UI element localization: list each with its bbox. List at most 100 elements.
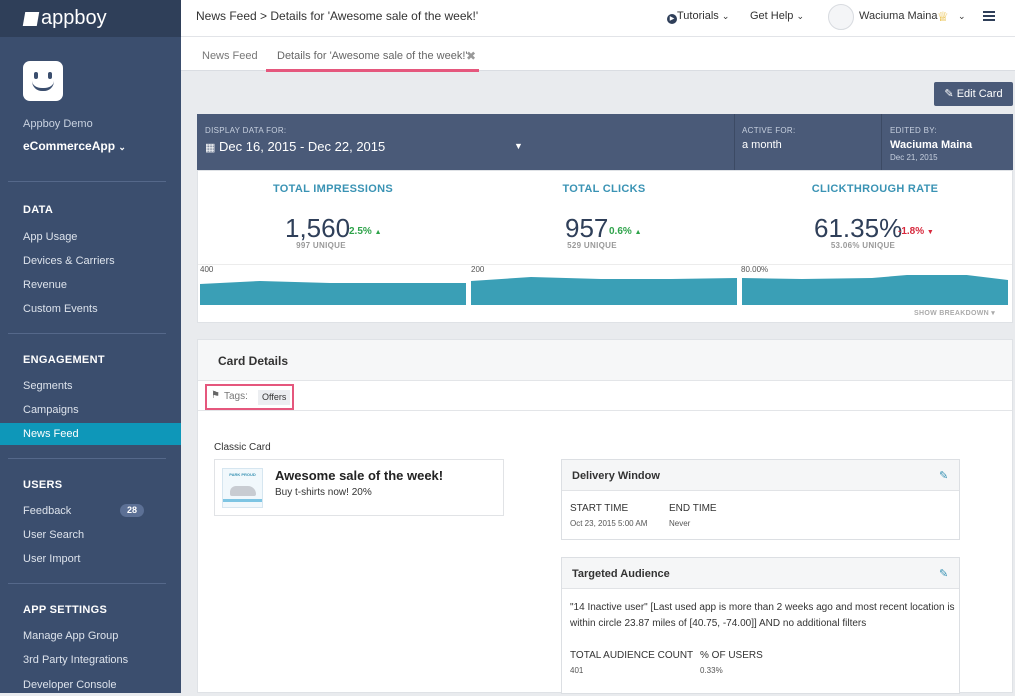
play-icon: ▶ <box>667 14 677 24</box>
chevron-down-icon[interactable]: ⌄ <box>958 10 966 22</box>
percent-users-label: % OF USERS <box>700 650 763 661</box>
percent-users-value: 0.33% <box>700 666 723 675</box>
chevron-down-icon: ⌄ <box>118 142 126 152</box>
sidebar-item-revenue[interactable]: Revenue <box>0 274 181 296</box>
section-title-users: USERS <box>23 479 63 491</box>
sidebar-divider <box>8 583 166 584</box>
sidebar-item-news-feed[interactable]: News Feed <box>0 423 181 445</box>
stats-panel: TOTAL IMPRESSIONS 1,560 2.5% ▲ 997 UNIQU… <box>197 170 1013 323</box>
stat-value-ctr: 61.35% <box>814 213 903 243</box>
tag-icon: ⚑ <box>211 390 220 401</box>
sidebar-item-campaigns[interactable]: Campaigns <box>0 399 181 421</box>
stats-divider <box>198 264 1012 265</box>
tab-card-details[interactable]: Details for 'Awesome sale of the week!' <box>277 50 467 62</box>
user-name[interactable]: Waciuma Maina <box>859 10 937 22</box>
sidebar-item-feedback[interactable]: Feedback 28 <box>0 500 181 522</box>
start-time-value: Oct 23, 2015 5:00 AM <box>570 519 648 528</box>
date-range-picker[interactable]: ▦ Dec 16, 2015 - Dec 22, 2015 ▼ <box>205 139 525 159</box>
delta-value: 0.6% <box>609 226 632 237</box>
audience-count-value: 401 <box>570 666 584 675</box>
stat-delta-impressions: 2.5% ▲ <box>349 226 382 237</box>
sparkline-axis-max-clicks: 200 <box>471 265 485 274</box>
card-image-stripe <box>223 499 262 502</box>
card-image-caption: PARK PROUD <box>229 472 256 477</box>
stat-unique-ctr: 53.06% UNIQUE <box>830 241 896 250</box>
stat-title-clicks: TOTAL CLICKS <box>562 183 646 195</box>
tags-label: Tags: <box>224 391 248 402</box>
sidebar-item-user-import[interactable]: User Import <box>0 548 181 570</box>
tutorials-label: Tutorials <box>677 10 719 22</box>
app-icon-eye <box>48 72 52 79</box>
sparkline-clicks <box>471 277 737 305</box>
active-for-label: ACTIVE FOR: <box>742 126 796 135</box>
edited-by-label: EDITED BY: <box>890 126 938 135</box>
sidebar-item-custom-events[interactable]: Custom Events <box>0 298 181 320</box>
active-for-value: a month <box>742 139 782 151</box>
get-help-label: Get Help <box>750 10 794 22</box>
separator <box>734 114 735 170</box>
edit-card-label: Edit Card <box>956 88 1003 100</box>
caret-down-icon: ▾ <box>991 310 996 317</box>
edit-card-button[interactable]: ✎ Edit Card <box>934 82 1013 106</box>
stat-value-impressions: 1,560 <box>285 213 351 243</box>
card-details-panel: Card Details ⚑ Tags: Offers Classic Card… <box>197 339 1013 694</box>
arrow-up-icon: ▲ <box>374 229 382 236</box>
card-details-title: Card Details <box>218 354 289 368</box>
app-icon-smile <box>32 81 54 91</box>
sparkline-axis-max-impressions: 400 <box>200 265 214 274</box>
feedback-count-badge: 28 <box>120 504 144 517</box>
edited-date: Dec 21, 2015 <box>890 153 938 162</box>
breadcrumb: News Feed > Details for 'Awesome sale of… <box>196 9 479 23</box>
appboy-logo[interactable]: appboy <box>0 0 181 37</box>
sidebar-item-label: Feedback <box>23 505 72 517</box>
card-image: PARK PROUD <box>222 468 263 508</box>
tab-news-feed[interactable]: News Feed <box>202 50 258 62</box>
display-data-label: DISPLAY DATA FOR: <box>205 126 287 135</box>
tab-bar: News Feed Details for 'Awesome sale of t… <box>181 37 1015 72</box>
targeted-audience-title: Targeted Audience <box>572 568 670 580</box>
tutorials-menu[interactable]: ▶ Tutorials ⌄ <box>667 10 729 24</box>
section-title-app-settings: APP SETTINGS <box>23 604 108 616</box>
arrow-down-icon: ▼ <box>926 229 934 236</box>
card-type-label: Classic Card <box>214 442 271 453</box>
app-name: eCommerceApp <box>23 139 116 153</box>
avatar[interactable] <box>828 4 854 30</box>
hamburger-menu-icon[interactable] <box>983 11 995 21</box>
app-group-label: Appboy Demo <box>23 118 93 130</box>
sidebar-divider <box>8 333 166 334</box>
sidebar-item-manage-app-group[interactable]: Manage App Group <box>0 625 181 647</box>
sidebar-item-segments[interactable]: Segments <box>0 375 181 397</box>
delivery-window-title: Delivery Window <box>572 470 660 482</box>
card-text: Buy t-shirts now! 20% <box>275 487 372 498</box>
section-title-data: DATA <box>23 204 54 216</box>
logo-text: appboy <box>41 7 107 29</box>
sidebar-item-user-search[interactable]: User Search <box>0 524 181 546</box>
sidebar-item-devices-carriers[interactable]: Devices & Carriers <box>0 250 181 272</box>
stat-delta-ctr: -1.8% ▼ <box>898 226 934 237</box>
show-breakdown-link[interactable]: SHOW BREAKDOWN ▾ <box>914 309 995 317</box>
stat-unique-impressions: 997 UNIQUE <box>296 241 346 250</box>
active-tab-indicator <box>266 69 479 72</box>
card-title: Awesome sale of the week! <box>275 468 444 483</box>
tag-offers[interactable]: Offers <box>258 390 291 405</box>
tags-box[interactable]: ⚑ Tags: Offers <box>205 384 294 410</box>
date-range-value: Dec 16, 2015 - Dec 22, 2015 <box>219 139 386 154</box>
stat-unique-clicks: 529 UNIQUE <box>567 241 617 250</box>
app-icon <box>23 61 63 101</box>
sidebar-item-app-usage[interactable]: App Usage <box>0 226 181 248</box>
app-selector[interactable]: eCommerceApp ⌄ <box>23 139 126 153</box>
crown-icon: ♕ <box>937 9 949 24</box>
sidebar-item-3rd-party-integrations[interactable]: 3rd Party Integrations <box>0 649 181 671</box>
top-bar: News Feed > Details for 'Awesome sale of… <box>181 0 1015 37</box>
stat-delta-clicks: 0.6% ▲ <box>609 226 642 237</box>
pencil-icon[interactable]: ✎ <box>939 469 948 482</box>
close-tab-icon[interactable]: ✖ <box>466 49 476 63</box>
app-icon-eye <box>34 72 38 79</box>
delta-value: 2.5% <box>349 226 372 237</box>
card-details-header: Card Details <box>198 340 1012 381</box>
pencil-icon[interactable]: ✎ <box>939 567 948 580</box>
targeted-audience-header: Targeted Audience ✎ <box>562 558 959 589</box>
delta-value: -1.8% <box>898 226 925 237</box>
get-help-menu[interactable]: Get Help ⌄ <box>750 10 804 22</box>
edited-by-name: Waciuma Maina <box>890 139 973 151</box>
